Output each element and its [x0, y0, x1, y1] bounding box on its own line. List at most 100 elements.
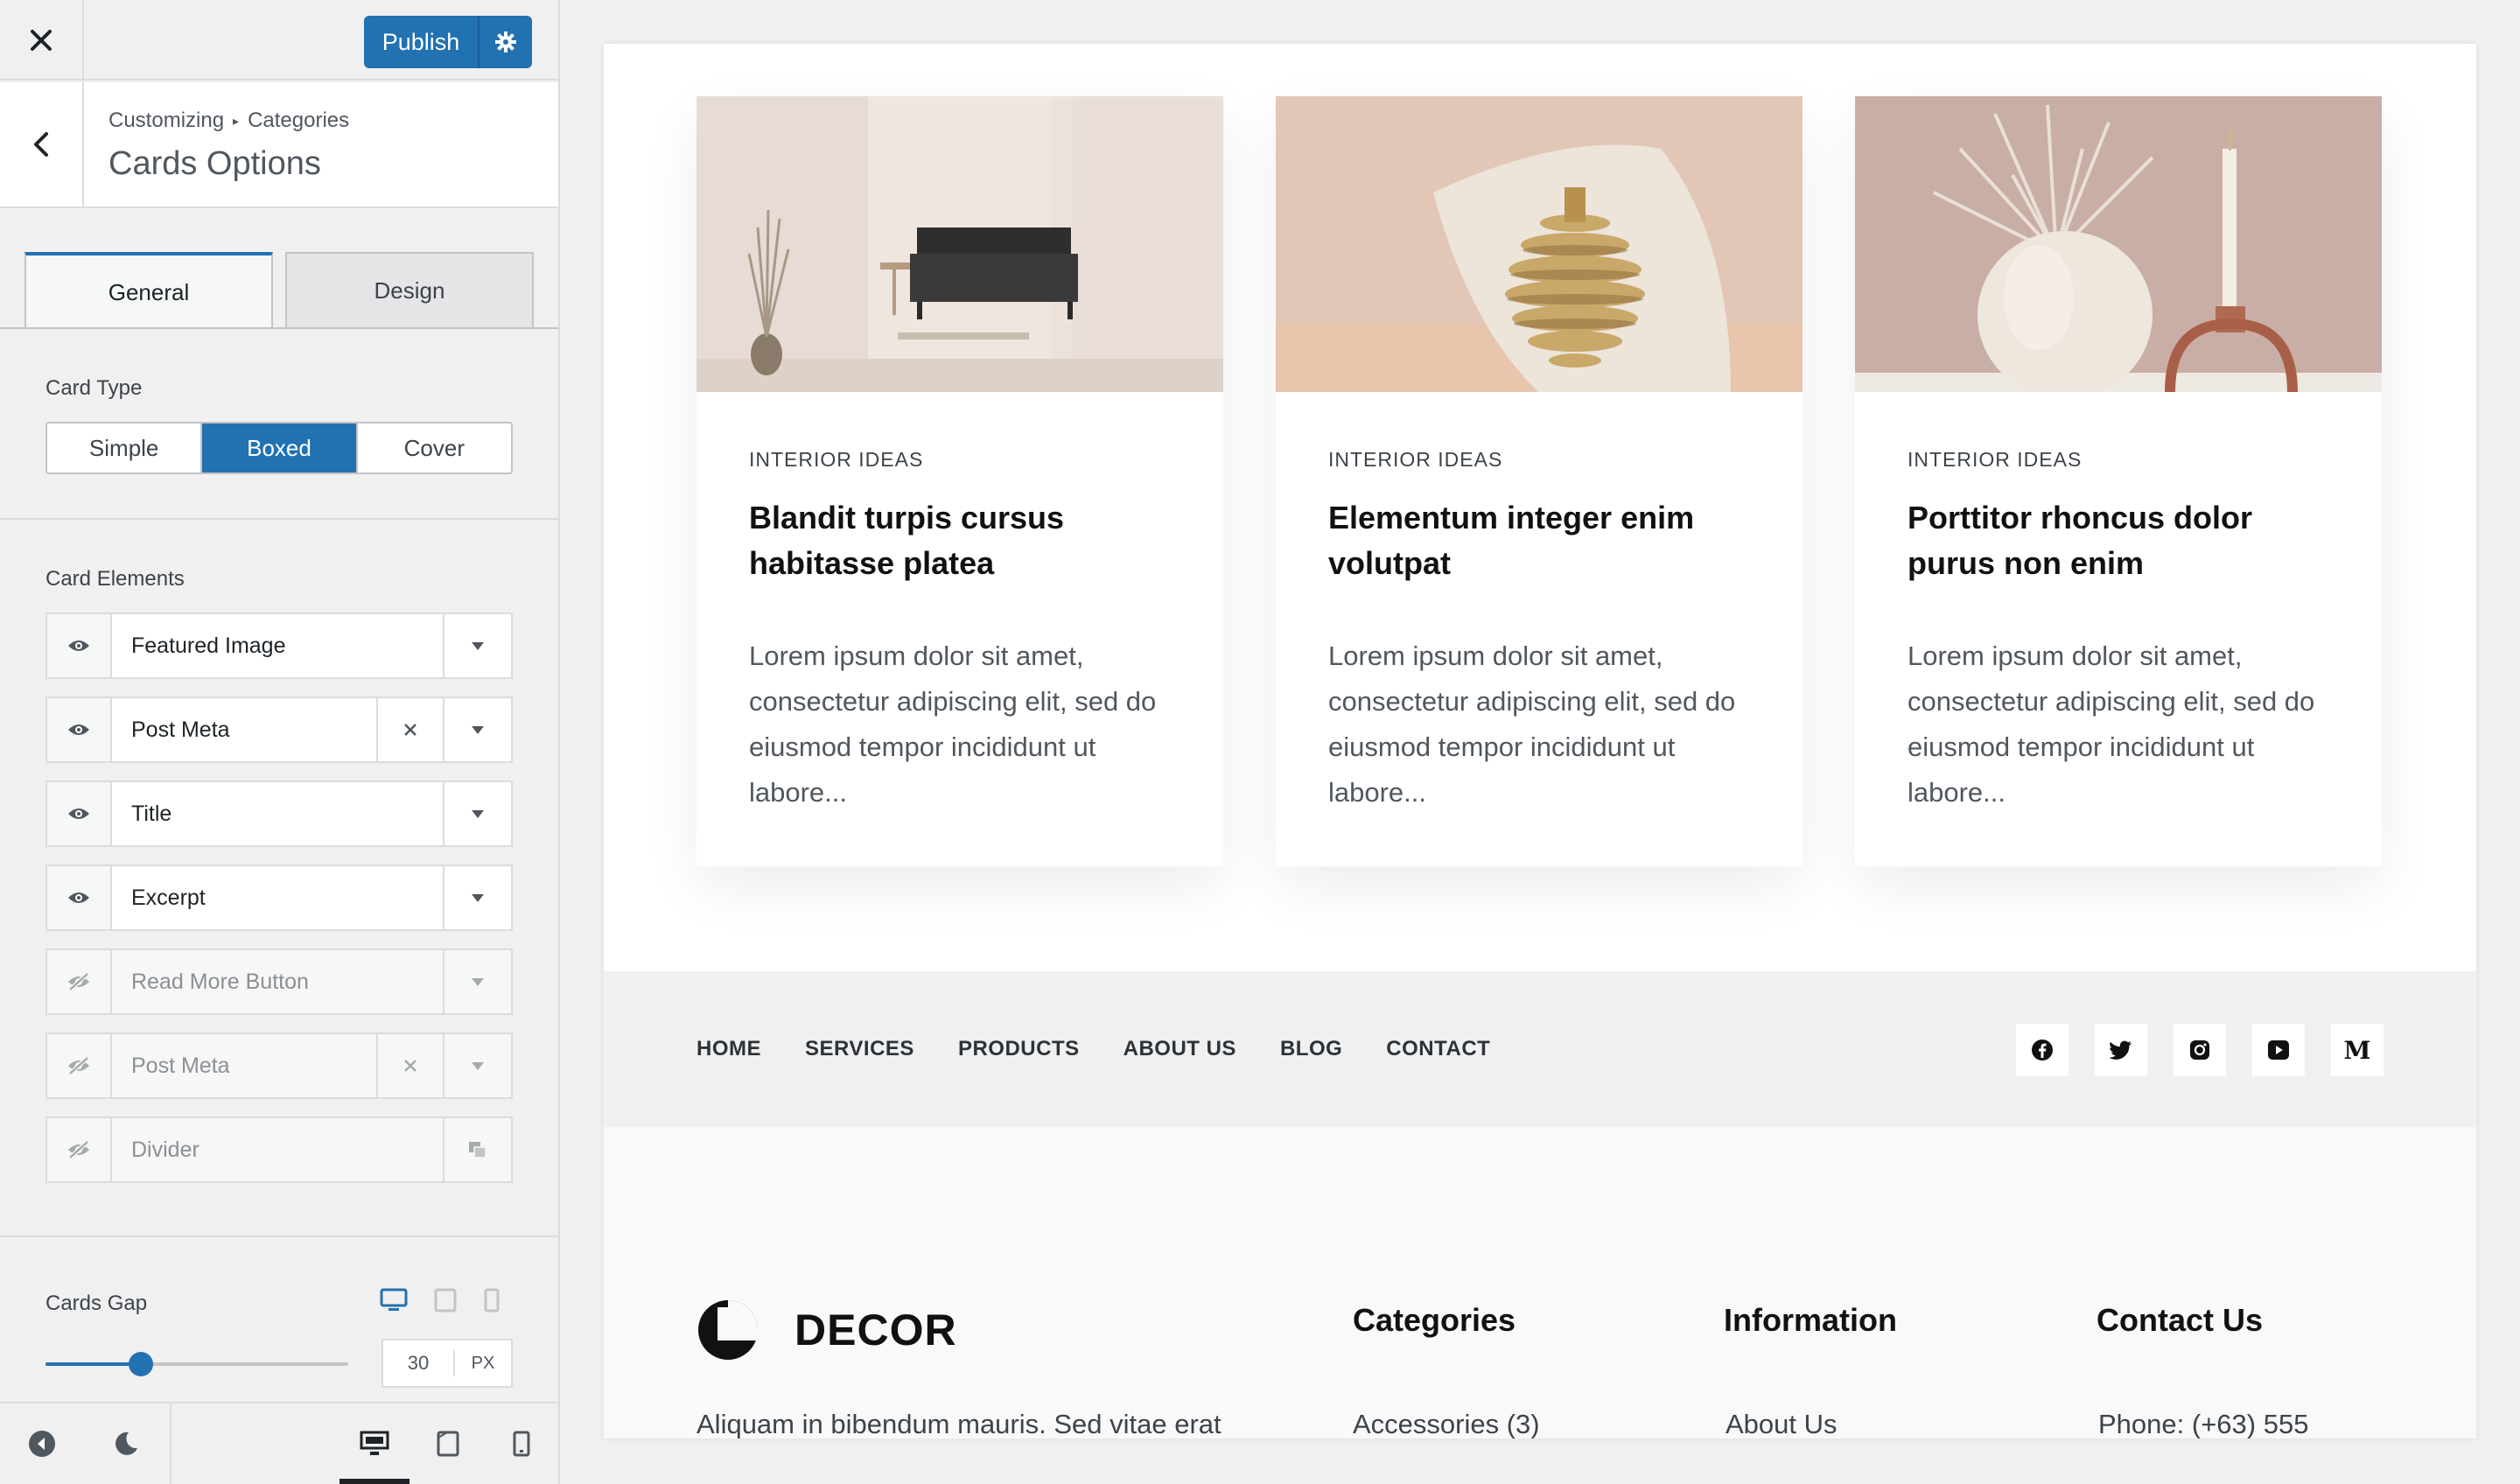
preview-tablet-button[interactable] — [413, 1404, 483, 1484]
footer-contact-phone: Phone: (+63) 555 — [2098, 1409, 2309, 1438]
expand-button[interactable] — [443, 698, 511, 761]
menu-item-home[interactable]: HOME — [696, 1037, 761, 1061]
visibility-toggle[interactable] — [47, 1034, 112, 1097]
card-element-label: Post Meta — [131, 717, 230, 742]
eye-icon — [68, 808, 89, 819]
cards-gap-unit[interactable]: PX — [453, 1350, 511, 1376]
card-type-simple[interactable]: Simple — [47, 424, 203, 472]
visibility-toggle[interactable] — [47, 950, 112, 1013]
tab-general[interactable]: General — [24, 252, 273, 329]
facebook-icon — [2032, 1040, 2053, 1060]
expand-button[interactable] — [443, 950, 511, 1013]
card-type-boxed[interactable]: Boxed — [202, 424, 358, 472]
card-title[interactable]: Elementum integer enim volutpat — [1328, 495, 1766, 586]
caret-down-icon — [472, 977, 484, 986]
section-divider — [0, 518, 558, 520]
footer-heading-categories: Categories — [1353, 1302, 1516, 1338]
card-category[interactable]: INTERIOR IDEAS — [1328, 448, 1502, 472]
footer-heading-information: Information — [1724, 1302, 1897, 1338]
tab-design[interactable]: Design — [285, 252, 534, 329]
brass-lamp-photo — [1276, 96, 1802, 392]
desktop-icon[interactable] — [380, 1288, 408, 1312]
menu-item-about-us[interactable]: ABOUT US — [1124, 1037, 1236, 1061]
visibility-toggle[interactable] — [47, 782, 112, 845]
post-card[interactable]: INTERIOR IDEAS Blandit turpis cursus hab… — [696, 96, 1223, 866]
card-element-label: Read More Button — [131, 969, 309, 994]
card-element-label: Featured Image — [131, 633, 286, 658]
social-facebook-link[interactable] — [2016, 1024, 2068, 1076]
collapse-sidebar-button[interactable] — [0, 1404, 84, 1484]
menu-item-products[interactable]: PRODUCTS — [958, 1037, 1080, 1061]
card-element-post-meta-2[interactable]: Post Meta — [46, 1032, 513, 1099]
featured-image[interactable] — [696, 96, 1223, 392]
card-type-label: Card Type — [46, 376, 143, 400]
section-header: Customizing ▸ Categories Cards Options — [0, 82, 558, 208]
card-element-excerpt[interactable]: Excerpt — [46, 864, 513, 931]
card-elements-label: Card Elements — [46, 567, 185, 591]
visibility-toggle[interactable] — [47, 866, 112, 929]
remove-element-button[interactable] — [376, 698, 443, 761]
card-element-divider[interactable]: Divider — [46, 1116, 513, 1183]
preview-mobile-button[interactable] — [486, 1404, 556, 1484]
tablet-icon[interactable] — [434, 1288, 457, 1312]
site-footer: DECOR Aliquam in bibendum mauris. Sed vi… — [604, 1127, 2476, 1438]
footer-link-about-us[interactable]: About Us — [1726, 1409, 1838, 1438]
card-type-cover[interactable]: Cover — [358, 424, 511, 472]
visibility-toggle[interactable] — [47, 698, 112, 761]
expand-button[interactable] — [443, 866, 511, 929]
customizer-footer — [0, 1402, 558, 1484]
visibility-toggle[interactable] — [47, 614, 112, 677]
eye-icon — [68, 892, 89, 903]
visibility-toggle[interactable] — [47, 1118, 112, 1181]
cards-gap-input[interactable]: 30 PX — [382, 1339, 513, 1388]
dark-mode-toggle[interactable] — [84, 1404, 168, 1484]
social-medium-link[interactable]: M — [2331, 1024, 2384, 1076]
duplicate-button[interactable] — [443, 1118, 511, 1181]
cards-gap-value[interactable]: 30 — [383, 1352, 453, 1375]
post-card[interactable]: INTERIOR IDEAS Porttitor rhoncus dolor p… — [1855, 96, 2382, 866]
expand-button[interactable] — [443, 1034, 511, 1097]
post-card[interactable]: INTERIOR IDEAS Elementum integer enim vo… — [1276, 96, 1802, 866]
card-category[interactable]: INTERIOR IDEAS — [1908, 448, 2082, 472]
site-logo[interactable]: DECOR — [696, 1298, 957, 1362]
menu-item-blog[interactable]: BLOG — [1280, 1037, 1342, 1061]
menu-item-services[interactable]: SERVICES — [805, 1037, 914, 1061]
cards-gap-slider-handle[interactable] — [129, 1352, 153, 1376]
preview-desktop-button[interactable] — [340, 1404, 410, 1484]
mobile-icon[interactable] — [483, 1288, 500, 1312]
expand-button[interactable] — [443, 782, 511, 845]
footer-divider — [170, 1404, 172, 1484]
youtube-icon — [2268, 1040, 2289, 1060]
footer-link-accessories[interactable]: Accessories (3) — [1353, 1409, 1540, 1438]
card-element-post-meta[interactable]: Post Meta — [46, 696, 513, 763]
featured-image[interactable] — [1855, 96, 2382, 392]
expand-button[interactable] — [443, 614, 511, 677]
card-element-featured-image[interactable]: Featured Image — [46, 612, 513, 679]
close-customizer-button[interactable] — [0, 0, 84, 80]
eye-hidden-icon — [68, 1056, 89, 1075]
card-title[interactable]: Blandit turpis cursus habitasse platea — [749, 495, 1186, 586]
card-element-label: Excerpt — [131, 885, 206, 910]
gear-icon — [495, 32, 516, 52]
remove-element-button[interactable] — [376, 1034, 443, 1097]
social-instagram-link[interactable] — [2174, 1024, 2226, 1076]
customizer-sidebar: Publish Customizing ▸ Categories Cards O… — [0, 0, 560, 1484]
menu-item-contact[interactable]: CONTACT — [1386, 1037, 1490, 1061]
vase-candle-photo — [1855, 96, 2382, 392]
breadcrumb-section: Categories — [248, 108, 350, 132]
back-button[interactable] — [0, 82, 84, 206]
cards-gap-label: Cards Gap — [46, 1292, 148, 1315]
responsive-device-switcher — [380, 1288, 500, 1312]
publish-settings-button[interactable] — [478, 16, 532, 68]
featured-image[interactable] — [1276, 96, 1802, 392]
card-element-title[interactable]: Title — [46, 780, 513, 847]
eye-icon — [68, 724, 89, 735]
card-category[interactable]: INTERIOR IDEAS — [749, 448, 923, 472]
social-youtube-link[interactable] — [2252, 1024, 2305, 1076]
card-element-read-more-button[interactable]: Read More Button — [46, 948, 513, 1015]
publish-button[interactable]: Publish — [364, 16, 532, 68]
social-twitter-link[interactable] — [2095, 1024, 2147, 1076]
card-title[interactable]: Porttitor rhoncus dolor purus non enim — [1908, 495, 2345, 586]
footer-description: Aliquam in bibendum mauris. Sed vitae er… — [696, 1409, 1222, 1438]
close-icon — [31, 30, 52, 51]
